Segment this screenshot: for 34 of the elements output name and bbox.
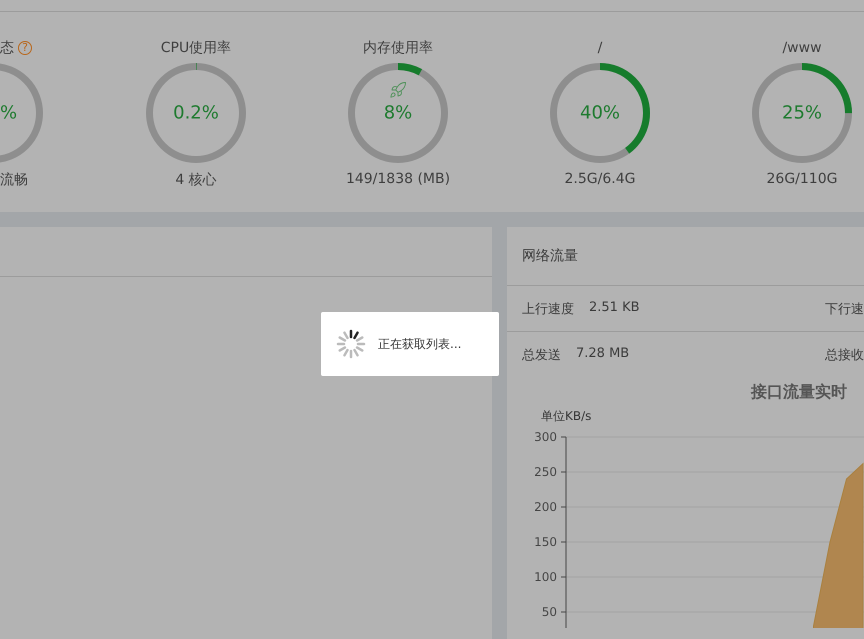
gauge-value: % [0,102,18,124]
gauge-value: 40% [580,102,620,124]
gauge-value: 0.2% [173,102,219,124]
loading-text: 正在获取列表... [378,336,462,352]
tick-label: 200 [534,500,557,514]
stat-label: 上行速度 [522,300,574,318]
panel-title: 网络流量 [522,247,578,265]
stat-label: 下行速 [825,300,864,318]
gauge-value: 25% [782,102,822,124]
stat-value: 7.28 MB [576,346,630,362]
gauge-title: / [598,39,602,58]
gauge-title: 态 [0,39,14,58]
help-icon[interactable]: ? [18,41,32,55]
gauge-title: CPU使用率 [160,39,232,58]
tick-label: 300 [534,430,557,444]
spinner-icon [336,329,366,359]
axis-unit-label: 单位KB/s [541,409,592,423]
gauge-title: /www [782,39,822,58]
gauge-detail: 2.5G/6.4G [564,171,636,187]
tick-label: 250 [534,465,557,479]
stat-label: 总接收 [825,346,864,364]
stat-label: 总发送 [522,346,561,364]
gauge-detail: 流畅 [0,171,28,189]
gauge-detail: 149/1838 (MB) [346,171,450,187]
gauge-detail: 26G/110G [766,171,838,187]
stat-value: 2.51 KB [589,300,640,316]
gauge-detail: 4 核心 [175,171,217,189]
tick-label: 150 [534,535,557,549]
rocket-icon [389,81,407,99]
gauge-title: 内存使用率 [363,39,433,58]
tick-label: 100 [534,570,557,584]
chart-title: 接口流量实时 [751,382,847,401]
gauge-value: 8% [384,102,412,124]
tick-label: 50 [542,605,557,619]
